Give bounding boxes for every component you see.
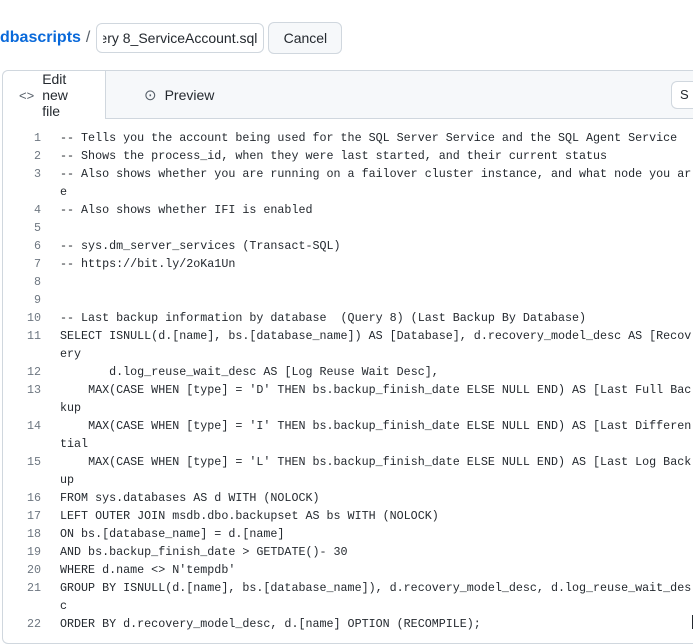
line-number: 22 bbox=[26, 617, 41, 631]
cancel-button[interactable]: Cancel bbox=[268, 22, 343, 54]
code-line[interactable]: 7 -- https://bit.ly/2oKa1Un bbox=[3, 255, 693, 273]
filename-input[interactable] bbox=[96, 23, 265, 53]
line-number: 13 bbox=[26, 383, 41, 397]
line-number: 14 bbox=[26, 419, 41, 433]
code-line[interactable]: 14 MAX(CASE WHEN [type] = 'I' THEN bs.ba… bbox=[3, 417, 693, 453]
code-line[interactable]: 4 -- Also shows whether IFI is enabled bbox=[3, 201, 693, 219]
editor-tabs: <> Edit new file ⊙ Preview S bbox=[3, 71, 693, 119]
line-number: 21 bbox=[26, 581, 41, 595]
line-number: 9 bbox=[33, 293, 41, 307]
line-text: ON bs.[database_name] = d.[name] bbox=[60, 527, 285, 541]
line-text bbox=[60, 273, 693, 291]
code-editor[interactable]: 1 -- Tells you the account being used for… bbox=[3, 129, 693, 643]
breadcrumb: dbascripts / Cancel bbox=[0, 22, 343, 54]
tab-label: Preview bbox=[164, 86, 215, 103]
line-number: 7 bbox=[33, 257, 41, 271]
line-text bbox=[60, 219, 693, 237]
line-text: -- sys.dm_server_services (Transact-SQL) bbox=[60, 239, 341, 253]
code-line[interactable]: 15 MAX(CASE WHEN [type] = 'L' THEN bs.ba… bbox=[3, 453, 693, 489]
line-text: SELECT ISNULL(d.[name], bs.[database_nam… bbox=[60, 329, 692, 361]
code-line[interactable]: 10 -- Last backup information by database… bbox=[3, 309, 693, 327]
line-text: AND bs.backup_finish_date > GETDATE()- 3… bbox=[60, 545, 348, 559]
code-line[interactable]: 5 bbox=[3, 219, 693, 237]
line-number: 10 bbox=[26, 311, 41, 325]
repo-link[interactable]: dbascripts bbox=[0, 29, 81, 47]
line-number: 2 bbox=[33, 149, 41, 163]
line-text: WHERE d.name <> N'tempdb' bbox=[60, 563, 236, 577]
line-text: -- Also shows whether IFI is enabled bbox=[60, 203, 313, 217]
line-text: -- Tells you the account being used for … bbox=[60, 131, 678, 145]
line-number: 11 bbox=[26, 329, 41, 343]
code-line[interactable]: 19 AND bs.backup_finish_date > GETDATE()-… bbox=[3, 543, 693, 561]
code-line[interactable]: 9 bbox=[3, 291, 693, 309]
code-line[interactable]: 3 -- Also shows whether you are running o… bbox=[3, 165, 693, 201]
code-line[interactable]: 18 ON bs.[database_name] = d.[name] bbox=[3, 525, 693, 543]
settings-select-button[interactable]: S bbox=[671, 81, 693, 109]
code-line[interactable]: 8 bbox=[3, 273, 693, 291]
line-text: d.log_reuse_wait_desc AS [Log Reuse Wait… bbox=[60, 365, 439, 379]
code-line[interactable]: 6 -- sys.dm_server_services (Transact-SQL… bbox=[3, 237, 693, 255]
line-text: ORDER BY d.recovery_model_desc, d.[name]… bbox=[60, 617, 481, 631]
line-number: 20 bbox=[26, 563, 41, 577]
editor-container: <> Edit new file ⊙ Preview S 1 -- Tells y… bbox=[2, 70, 693, 644]
code-line[interactable]: 11 SELECT ISNULL(d.[name], bs.[database_n… bbox=[3, 327, 693, 363]
code-line[interactable]: 20 WHERE d.name <> N'tempdb' bbox=[3, 561, 693, 579]
line-text: GROUP BY ISNULL(d.[name], bs.[database_n… bbox=[60, 581, 692, 613]
line-text: FROM sys.databases AS d WITH (NOLOCK) bbox=[60, 491, 320, 505]
code-line[interactable]: 13 MAX(CASE WHEN [type] = 'D' THEN bs.ba… bbox=[3, 381, 693, 417]
tab-preview[interactable]: ⊙ Preview bbox=[106, 71, 230, 118]
tab-label: Edit new file bbox=[42, 71, 68, 119]
tab-edit-new-file[interactable]: <> Edit new file bbox=[3, 71, 106, 119]
line-number: 3 bbox=[33, 167, 41, 181]
line-text: MAX(CASE WHEN [type] = 'L' THEN bs.backu… bbox=[60, 455, 692, 487]
line-number: 17 bbox=[26, 509, 41, 523]
line-number: 4 bbox=[33, 203, 41, 217]
line-number: 6 bbox=[33, 239, 41, 253]
line-number: 12 bbox=[26, 365, 41, 379]
code-icon: <> bbox=[19, 87, 35, 103]
line-text: -- https://bit.ly/2oKa1Un bbox=[60, 257, 236, 271]
code-line[interactable]: 17 LEFT OUTER JOIN msdb.dbo.backupset AS … bbox=[3, 507, 693, 525]
code-line[interactable]: 12 d.log_reuse_wait_desc AS [Log Reuse W… bbox=[3, 363, 693, 381]
line-text: -- Shows the process_id, when they were … bbox=[60, 149, 608, 163]
line-text: -- Also shows whether you are running on… bbox=[60, 167, 692, 199]
line-text: MAX(CASE WHEN [type] = 'D' THEN bs.backu… bbox=[60, 383, 692, 415]
line-number: 15 bbox=[26, 455, 41, 469]
breadcrumb-separator: / bbox=[85, 29, 91, 46]
code-line[interactable]: 1 -- Tells you the account being used for… bbox=[3, 129, 693, 147]
line-text: MAX(CASE WHEN [type] = 'I' THEN bs.backu… bbox=[60, 419, 692, 451]
code-line[interactable]: 21 GROUP BY ISNULL(d.[name], bs.[database… bbox=[3, 579, 693, 615]
line-number: 18 bbox=[26, 527, 41, 541]
eye-icon: ⊙ bbox=[144, 86, 157, 104]
line-number: 8 bbox=[33, 275, 41, 289]
line-number: 1 bbox=[33, 131, 41, 145]
line-number: 19 bbox=[26, 545, 41, 559]
line-text: -- Last backup information by database (… bbox=[60, 311, 587, 325]
line-number: 16 bbox=[26, 491, 41, 505]
line-number: 5 bbox=[33, 221, 41, 235]
line-text bbox=[60, 291, 693, 309]
line-text: LEFT OUTER JOIN msdb.dbo.backupset AS bs… bbox=[60, 509, 439, 523]
code-line[interactable]: 22 ORDER BY d.recovery_model_desc, d.[nam… bbox=[3, 615, 693, 633]
code-line[interactable]: 16 FROM sys.databases AS d WITH (NOLOCK) bbox=[3, 489, 693, 507]
code-line[interactable]: 2 -- Shows the process_id, when they were… bbox=[3, 147, 693, 165]
